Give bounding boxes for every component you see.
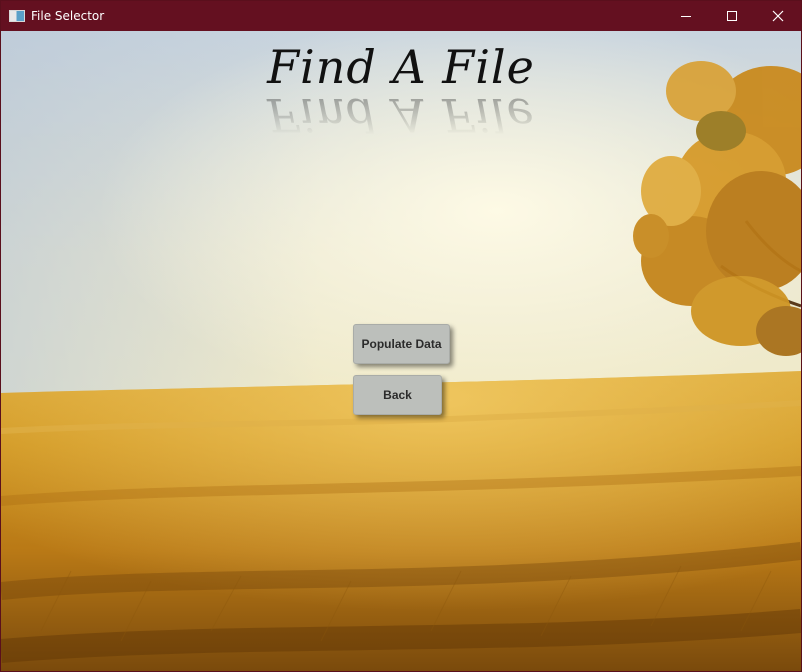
app-window-icon: [9, 10, 25, 22]
populate-data-button[interactable]: Populate Data: [353, 324, 450, 364]
app-window: File Selector Find A File Find A File Po…: [0, 0, 802, 672]
page-title: Find A File: [267, 40, 535, 94]
close-icon: [772, 10, 784, 22]
close-button[interactable]: [755, 1, 801, 31]
maximize-icon: [727, 11, 737, 21]
minimize-icon: [681, 16, 691, 17]
page-title-reflection: Find A File: [267, 95, 535, 135]
title-bar[interactable]: File Selector: [1, 1, 801, 31]
caption-buttons: [663, 1, 801, 31]
heading-area: Find A File Find A File: [1, 39, 801, 135]
back-button[interactable]: Back: [353, 375, 442, 415]
maximize-button[interactable]: [709, 1, 755, 31]
client-area: Find A File Find A File Populate Data Ba…: [1, 31, 801, 671]
window-title: File Selector: [31, 9, 105, 23]
minimize-button[interactable]: [663, 1, 709, 31]
